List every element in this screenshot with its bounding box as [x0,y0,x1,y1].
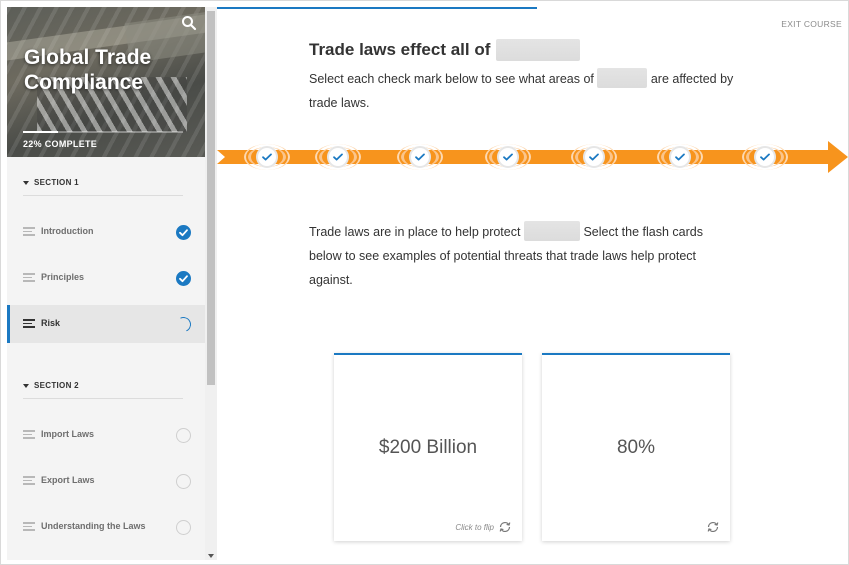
lesson-progress-bar [217,7,537,9]
sidebar-scrollbar[interactable] [205,7,217,560]
timeline-arrow [217,141,848,173]
flip-label: Click to flip [455,522,494,532]
sidebar-item-introduction[interactable]: Introduction [7,213,205,251]
protect-paragraph: Trade laws are in place to help protect … [309,220,739,292]
sidebar-item-understanding-the-laws[interactable]: Understanding the Laws [7,508,205,546]
check-icon [669,146,691,168]
flash-card-value: $200 Billion [378,437,478,458]
lesson-label: Risk [41,318,61,328]
search-icon[interactable] [181,15,197,31]
section-1-header[interactable]: SECTION 1 [23,170,183,196]
check-circle-icon [176,225,191,240]
sidebar-item-export-laws[interactable]: Export Laws [7,462,205,500]
redacted-block [597,68,648,88]
timeline-check-marker[interactable] [395,141,445,173]
course-progress-fill [23,131,59,133]
intro-text-start: Select each check mark below to see what… [309,72,594,86]
timeline-check-marker[interactable] [655,141,705,173]
check-icon [327,146,349,168]
sidebar-item-principles[interactable]: Principles [7,259,205,297]
lesson-lines-icon [23,273,35,282]
course-progress-bar [23,131,183,133]
section-label: SECTION 1 [34,178,79,187]
course-hero-image: Global Trade Compliance 22% COMPLETE [7,7,205,157]
caret-down-icon [23,180,29,185]
course-sidebar: Global Trade Compliance 22% COMPLETE SEC… [7,7,205,560]
scroll-down-arrow-icon[interactable] [208,554,214,558]
lesson-lines-icon [23,430,35,439]
intro-paragraph: Select each check mark below to see what… [309,67,739,115]
flash-card-value: 80% [616,437,656,458]
section-label: SECTION 2 [34,381,79,390]
course-title: Global Trade Compliance [24,46,152,94]
page-title-text: Trade laws effect all of [309,40,491,59]
arrow-head-icon [828,141,848,173]
lesson-label: Import Laws [41,429,95,439]
empty-circle-icon [176,520,191,535]
check-icon [256,146,278,168]
course-window: Global Trade Compliance 22% COMPLETE SEC… [0,0,849,565]
section-2-header[interactable]: SECTION 2 [23,373,183,399]
lesson-label: Export Laws [41,475,95,485]
empty-circle-icon [176,474,191,489]
check-circle-icon [176,271,191,286]
active-indicator [7,305,10,343]
lesson-label: Understanding the Laws [41,521,146,531]
check-icon [409,146,431,168]
timeline-check-marker[interactable] [483,141,533,173]
check-icon [754,146,776,168]
timeline-check-marker[interactable] [313,141,363,173]
timeline-check-marker[interactable] [569,141,619,173]
flash-card-2[interactable]: 80% [542,353,730,541]
flip-control[interactable] [702,521,720,533]
check-icon [497,146,519,168]
caret-down-icon [23,383,29,388]
course-progress-label: 22% COMPLETE [23,139,98,149]
page-title: Trade laws effect all of [309,39,581,61]
empty-circle-icon [176,428,191,443]
redacted-block [496,39,581,61]
timeline-check-marker[interactable] [242,141,292,173]
lesson-lines-icon [23,319,35,328]
redacted-block [523,221,580,241]
sidebar-item-import-laws[interactable]: Import Laws [7,416,205,454]
lesson-content: EXIT COURSE Trade laws effect all of Sel… [217,7,848,560]
in-progress-icon [173,314,194,335]
exit-course-button[interactable]: EXIT COURSE [781,19,842,29]
lesson-lines-icon [23,522,35,531]
check-icon [583,146,605,168]
flip-control[interactable]: Click to flip [455,521,512,533]
scrollbar-thumb[interactable] [207,11,215,385]
timeline-check-marker[interactable] [740,141,790,173]
flash-card-1[interactable]: $200 Billion Click to flip [334,353,522,541]
lesson-label: Principles [41,272,85,282]
lesson-label: Introduction [41,226,94,236]
flip-icon [707,521,719,533]
protect-text-start: Trade laws are in place to help protect [309,225,521,239]
flip-icon [499,521,511,533]
lesson-lines-icon [23,227,35,236]
sidebar-item-risk[interactable]: Risk [7,305,205,343]
lesson-lines-icon [23,476,35,485]
